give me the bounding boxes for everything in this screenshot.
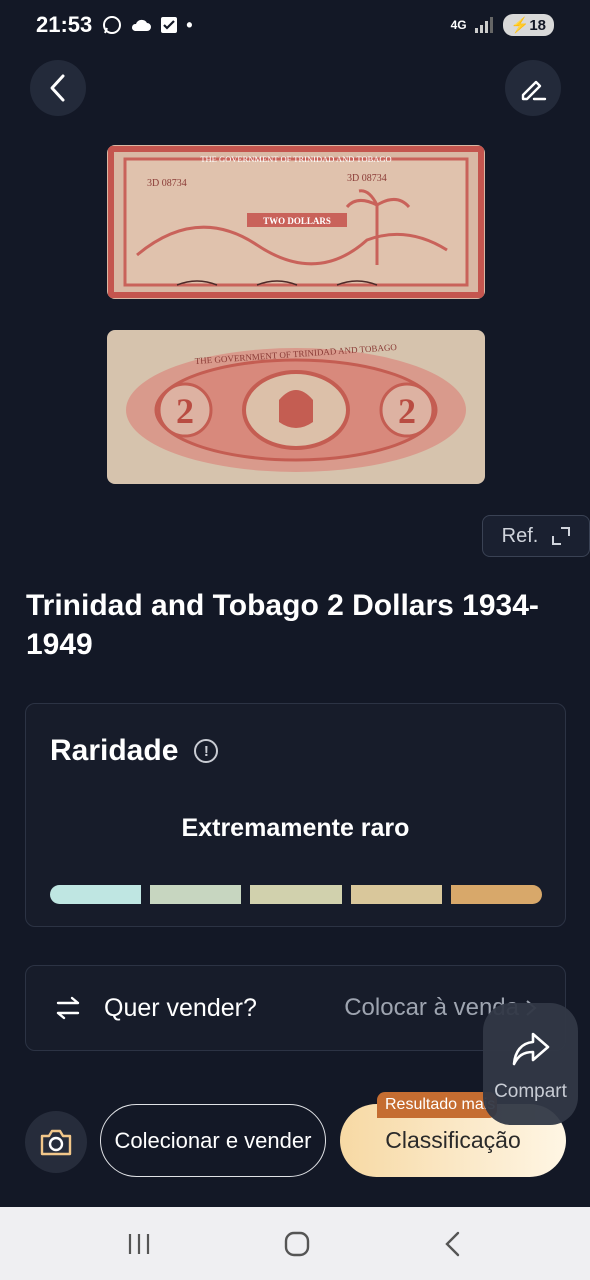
chevron-left-icon [50, 74, 65, 102]
status-bar: 21:53 • 4G ⚡18 [0, 0, 590, 50]
rarity-level: Extremamente raro [181, 814, 410, 842]
banknote-front-image[interactable]: THE GOVERNMENT OF TRINIDAD AND TOBAGO 3D… [107, 145, 485, 299]
rarity-card: Raridade ! Extremamente raro [25, 703, 566, 927]
front-top-text: THE GOVERNMENT OF TRINIDAD AND TOBAGO [200, 154, 391, 164]
share-button[interactable]: Compart [483, 1003, 578, 1125]
status-time: 21:53 [36, 12, 93, 37]
item-title: Trinidad and Tobago 2 Dollars 1934-1949 [26, 589, 539, 661]
back-icon[interactable] [442, 1230, 464, 1258]
reference-label: Ref. [501, 524, 539, 547]
cloud-icon [132, 19, 152, 31]
whatsapp-icon [103, 16, 122, 34]
camera-icon [40, 1129, 72, 1156]
rarity-segment-4 [350, 885, 442, 904]
signal-icon [474, 17, 493, 33]
rarity-heading: Raridade [50, 734, 179, 767]
home-icon[interactable] [283, 1230, 311, 1258]
system-nav-bar [0, 1207, 590, 1280]
share-icon [512, 1032, 549, 1066]
front-serial-left: 3D 08734 [147, 178, 187, 189]
info-icon[interactable]: ! [194, 739, 219, 763]
edit-button[interactable] [505, 60, 561, 116]
banknote-back-image[interactable]: 2 2 THE GOVERNMENT OF TRINIDAD AND TOBAG… [107, 330, 485, 484]
edit-icon [521, 80, 547, 101]
rarity-segment-1 [50, 885, 142, 904]
banknote-front-illustration: THE GOVERNMENT OF TRINIDAD AND TOBAGO 3D… [107, 145, 485, 299]
status-dot: • [186, 14, 193, 35]
reference-button[interactable]: Ref. [482, 515, 590, 557]
banknote-back-illustration: 2 2 THE GOVERNMENT OF TRINIDAD AND TOBAG… [107, 330, 485, 484]
rarity-segment-3 [250, 885, 342, 904]
network-label: 4G [450, 18, 467, 32]
sell-label: Quer vender? [104, 993, 257, 1022]
rarity-scale [50, 885, 543, 904]
check-box-icon [161, 17, 178, 33]
camera-button[interactable] [25, 1111, 87, 1173]
classification-badge: Resultado mais [377, 1092, 497, 1118]
rarity-segment-2 [150, 885, 242, 904]
share-label: Compart [494, 1081, 567, 1102]
recents-icon[interactable] [126, 1231, 152, 1257]
swap-icon [56, 996, 80, 1020]
front-serial-right: 3D 08734 [347, 173, 387, 184]
expand-icon [552, 527, 571, 545]
back-numeral-right: 2 [398, 391, 416, 431]
front-denomination: TWO DOLLARS [263, 216, 331, 226]
collect-and-sell-button[interactable]: Colecionar e vender [100, 1104, 326, 1177]
battery-level: 18 [529, 17, 546, 34]
battery-icon: ⚡18 [502, 14, 554, 36]
back-numeral-left: 2 [176, 391, 194, 431]
back-button[interactable] [30, 60, 86, 116]
rarity-segment-5 [450, 885, 543, 904]
